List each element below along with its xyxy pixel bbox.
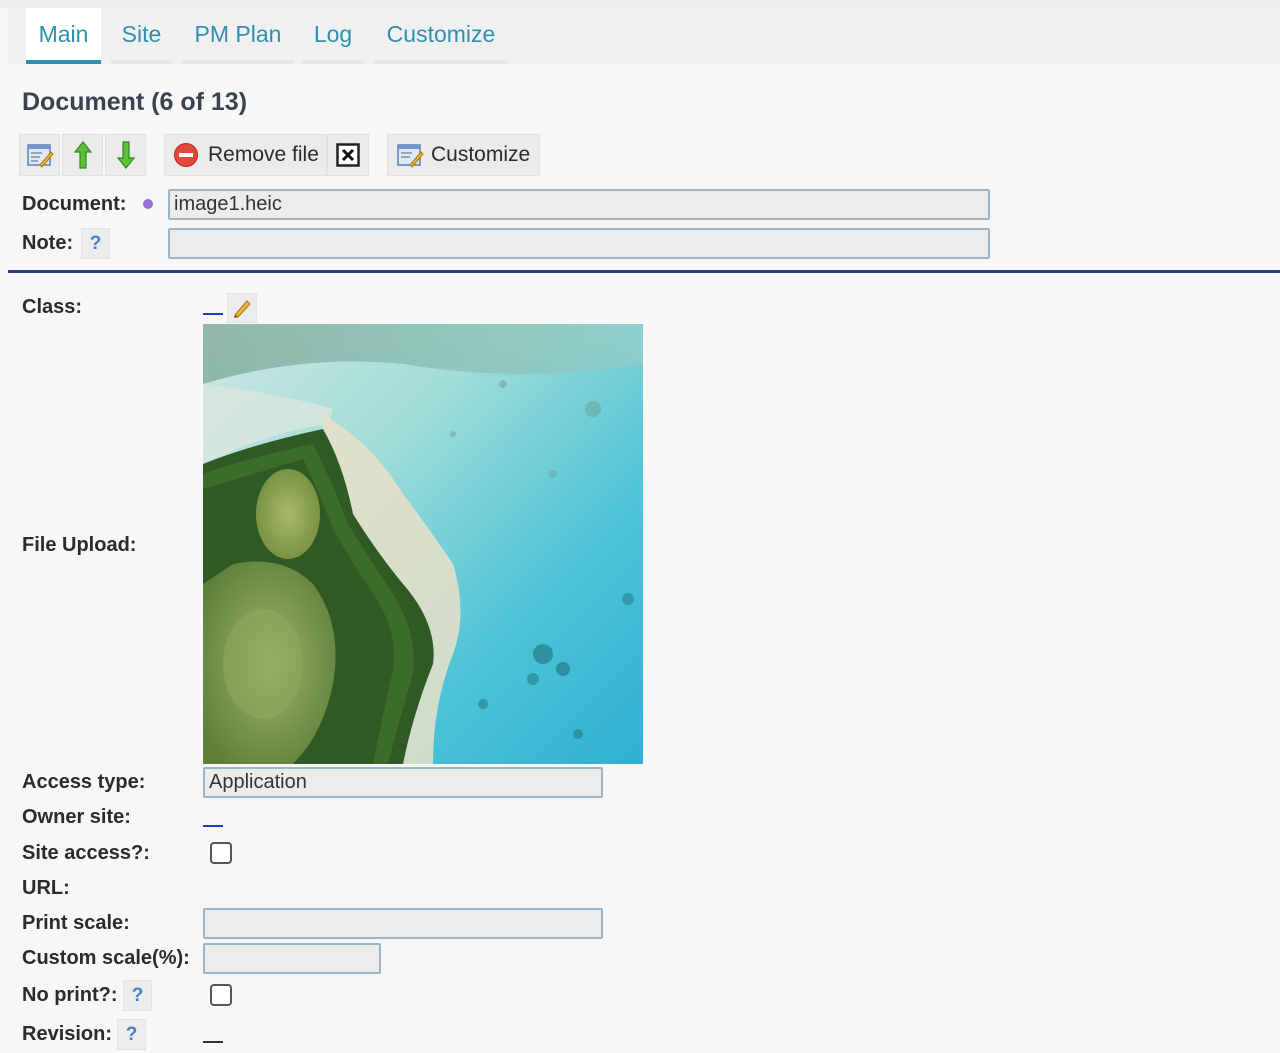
- note-input[interactable]: [168, 228, 990, 259]
- print-scale-label: Print scale:: [22, 912, 130, 934]
- remove-circle-icon: [174, 143, 198, 167]
- custom-scale-input[interactable]: [203, 943, 381, 974]
- revision-label: Revision:: [22, 1023, 113, 1045]
- customize-form-icon: [397, 144, 424, 168]
- no-print-checkbox[interactable]: [210, 984, 232, 1006]
- top-strip: [0, 0, 1280, 8]
- uploaded-image-preview[interactable]: [203, 324, 643, 764]
- document-input[interactable]: [168, 189, 990, 220]
- remove-file-button[interactable]: Remove file: [164, 134, 327, 176]
- tab-site[interactable]: Site: [111, 8, 172, 64]
- site-access-label: Site access?:: [22, 842, 150, 864]
- page-title: Document (6 of 13): [22, 88, 248, 116]
- print-scale-input[interactable]: [203, 908, 603, 939]
- no-print-label: No print?:: [22, 984, 118, 1006]
- tab-log[interactable]: Log: [302, 8, 364, 64]
- arrow-up-icon: [73, 141, 92, 169]
- close-box-icon: [336, 143, 360, 167]
- access-type-input[interactable]: [203, 767, 603, 798]
- tab-pm-plan[interactable]: PM Plan: [182, 8, 294, 64]
- note-label: Note:: [22, 232, 74, 254]
- file-upload-label: File Upload:: [22, 534, 137, 556]
- remove-file-label: Remove file: [208, 143, 319, 166]
- no-print-help-icon[interactable]: ?: [123, 980, 152, 1011]
- document-label: Document:: [22, 193, 127, 215]
- document-page: Main Site PM Plan Log Customize Document…: [0, 0, 1280, 1053]
- revision-value: [203, 1041, 223, 1043]
- section-divider: [8, 270, 1280, 273]
- required-dot-icon: [143, 199, 153, 209]
- edit-form-icon: [26, 144, 54, 168]
- pencil-icon: [234, 300, 251, 318]
- class-link[interactable]: [203, 313, 223, 315]
- aerial-island-image: [203, 324, 643, 764]
- revision-help-icon[interactable]: ?: [117, 1019, 146, 1050]
- edit-button[interactable]: [19, 134, 60, 176]
- class-edit-button[interactable]: [227, 293, 257, 323]
- custom-scale-label: Custom scale(%):: [22, 947, 190, 969]
- customize-label: Customize: [431, 143, 531, 166]
- url-label: URL:: [22, 877, 70, 899]
- move-down-button[interactable]: [105, 134, 146, 176]
- tab-customize[interactable]: Customize: [374, 8, 508, 64]
- close-button[interactable]: [327, 134, 369, 176]
- owner-site-label: Owner site:: [22, 806, 131, 828]
- move-up-button[interactable]: [62, 134, 103, 176]
- arrow-down-icon: [116, 141, 135, 169]
- access-type-label: Access type:: [22, 771, 146, 793]
- owner-site-link[interactable]: [203, 825, 223, 827]
- class-label: Class:: [22, 296, 83, 318]
- customize-button[interactable]: Customize: [387, 134, 540, 176]
- site-access-checkbox[interactable]: [210, 842, 232, 864]
- note-help-icon[interactable]: ?: [81, 228, 110, 259]
- tab-main[interactable]: Main: [26, 8, 101, 64]
